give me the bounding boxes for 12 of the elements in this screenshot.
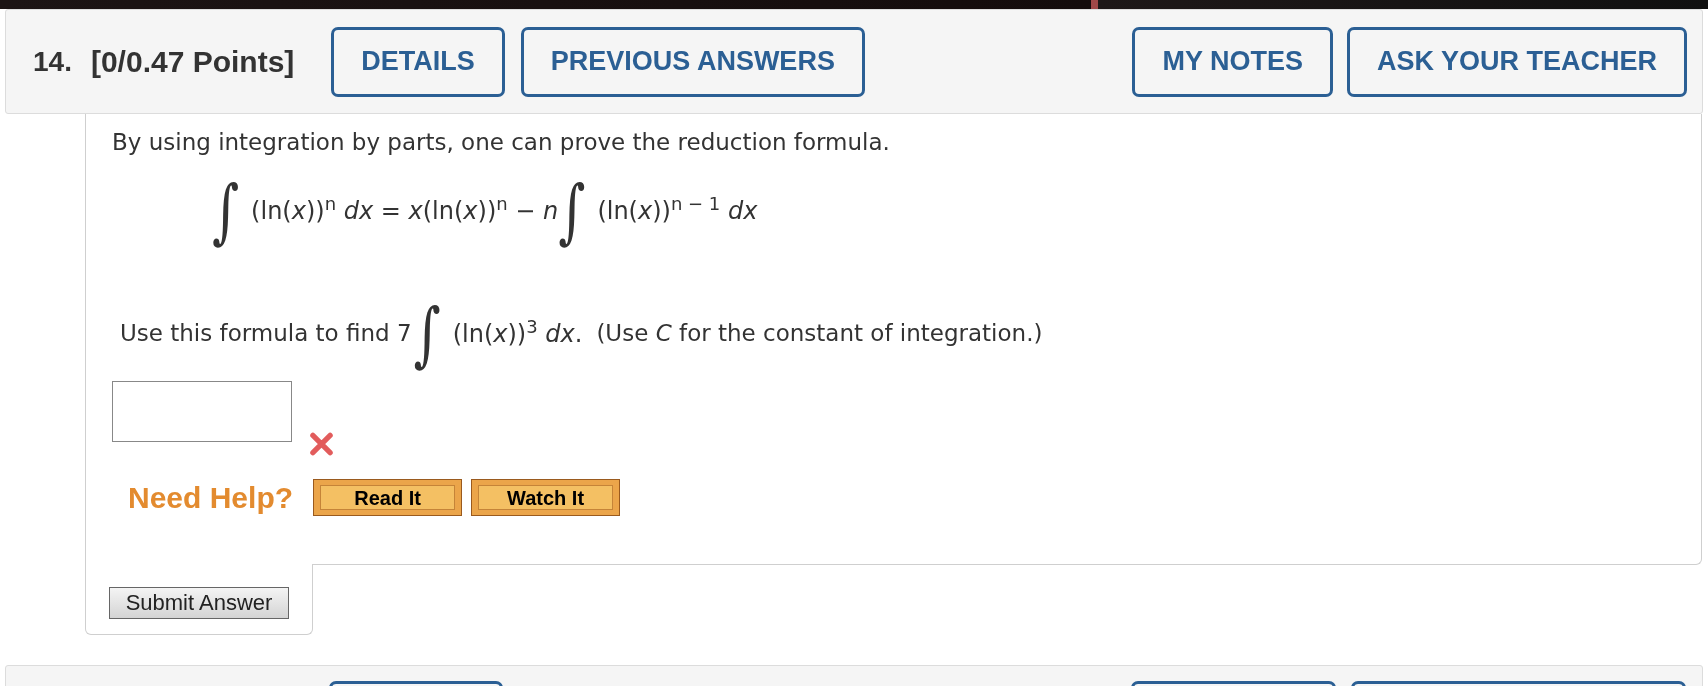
- submit-answer-button[interactable]: Submit Answer: [109, 587, 289, 619]
- need-help-label: Need Help?: [128, 482, 294, 513]
- my-notes-button[interactable]: MY NOTES: [1132, 26, 1333, 97]
- read-it-button[interactable]: Read It: [313, 479, 463, 516]
- question-number: 14.: [33, 47, 72, 76]
- watch-it-button[interactable]: Watch It: [471, 479, 621, 516]
- ask-your-teacher-button[interactable]: ASK YOUR TEACHER: [1346, 26, 1687, 97]
- points-label: [0/0.47 Points]: [90, 46, 295, 77]
- previous-answers-button[interactable]: PREVIOUS ANSWERS: [520, 26, 865, 97]
- details-button[interactable]: DETAILS: [331, 26, 505, 97]
- answer-field[interactable]: [112, 381, 292, 442]
- intro-text: By using integration by parts, one can prove the reduction formula.: [112, 128, 890, 157]
